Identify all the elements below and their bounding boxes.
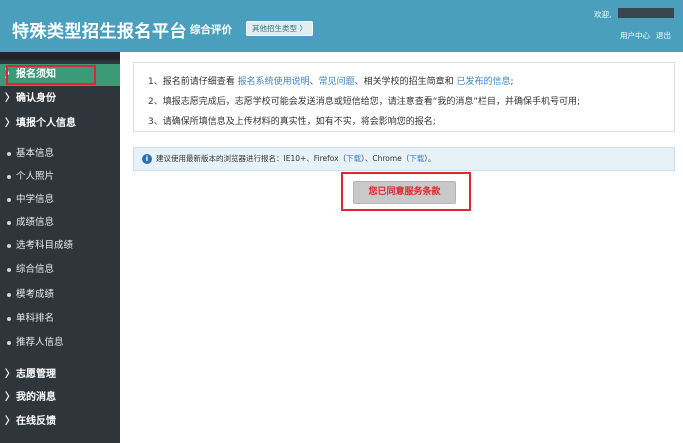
logout-link[interactable]: 退出 (656, 31, 671, 40)
tip-text: 建议使用最新版本的浏览器进行报名：IE10+、Firefox（ (156, 154, 347, 163)
sub-item-comprehensive[interactable]: 综合信息 (0, 259, 120, 281)
bullet-icon (7, 268, 11, 272)
notice-panel: 1、报名前请仔细查看 报名系统使用说明、常见问题、相关学校的招生简章和 已发布的… (133, 62, 675, 132)
nav-item-label: 确认身份 (16, 93, 56, 104)
browser-tip-banner: i 建议使用最新版本的浏览器进行报名：IE10+、Firefox（下载）、Chro… (133, 147, 675, 171)
nav-item-volunteer[interactable]: 〉 志愿管理 (0, 364, 120, 386)
user-links: 用户中心 退出 (620, 30, 677, 41)
user-name-redacted (618, 8, 674, 18)
usage-guide-link[interactable]: 报名系统使用说明 (238, 77, 310, 87)
sub-item-mock-exam[interactable]: 模考成绩 (0, 284, 120, 306)
bullet-icon (7, 175, 11, 179)
site-title: 特殊类型招生报名平台 (12, 22, 187, 42)
notice-text: 、相关学校的招生简章和 (354, 77, 457, 87)
highlight-box-agree (341, 172, 471, 211)
nav-item-personal-info[interactable]: 〉 填报个人信息 (0, 113, 120, 135)
nav-item-label: 志愿管理 (16, 369, 56, 380)
chevron-right-icon: 〉 (5, 369, 15, 380)
chrome-download-link[interactable]: 下载 (409, 154, 424, 163)
chevron-right-icon: 〉 (5, 392, 15, 403)
other-types-button[interactable]: 其他招生类型 〉 (246, 21, 313, 36)
bullet-icon (7, 221, 11, 225)
nav-item-label: 在线反馈 (16, 416, 56, 427)
sub-item-basic-info[interactable]: 基本信息 (0, 143, 120, 165)
sub-item-label: 选考科目成绩 (16, 240, 74, 251)
sub-item-photo[interactable]: 个人照片 (0, 166, 120, 188)
sub-item-label: 推荐人信息 (16, 337, 64, 348)
nav-item-feedback[interactable]: 〉 在线反馈 (0, 411, 120, 433)
bullet-icon (7, 293, 11, 297)
tip-text: ）、Chrome（ (361, 154, 410, 163)
sub-item-label: 中学信息 (16, 194, 55, 205)
sub-item-label: 模考成绩 (16, 289, 55, 300)
firefox-download-link[interactable]: 下载 (346, 154, 361, 163)
bullet-icon (7, 317, 11, 321)
sub-item-label: 综合信息 (16, 264, 55, 275)
user-center-link[interactable]: 用户中心 (620, 31, 650, 40)
sub-item-referee[interactable]: 推荐人信息 (0, 332, 120, 354)
sub-item-elective-grades[interactable]: 选考科目成绩 (0, 235, 120, 257)
bullet-icon (7, 244, 11, 248)
chevron-right-icon: 〉 (5, 93, 15, 104)
highlight-box-nav (6, 65, 96, 85)
bullet-icon (7, 341, 11, 345)
notice-text: ; (510, 77, 514, 87)
chevron-right-icon: 〉 (5, 118, 15, 129)
sidebar-top-strip (0, 52, 120, 60)
notice-line-3: 3、请确保所填信息及上传材料的真实性，如有不实，将会影响您的报名; (148, 117, 436, 127)
sub-item-label: 个人照片 (16, 171, 55, 182)
notice-line-2: 2、填报志愿完成后，志愿学校可能会发送消息或短信给您，请注意查看“我的消息”栏目… (148, 97, 581, 107)
nav-item-label: 我的消息 (16, 392, 56, 403)
published-info-link[interactable]: 已发布的信息 (457, 77, 511, 87)
sub-item-label: 基本信息 (16, 148, 55, 159)
tip-text: ）。 (424, 154, 436, 163)
bullet-icon (7, 152, 11, 156)
chevron-right-icon: 〉 (5, 416, 15, 427)
faq-link[interactable]: 常见问题 (319, 77, 355, 87)
nav-item-confirm-identity[interactable]: 〉 确认身份 (0, 88, 120, 110)
nav-item-messages[interactable]: 〉 我的消息 (0, 387, 120, 409)
sub-item-label: 成绩信息 (16, 217, 55, 228)
notice-text: 1、报名前请仔细查看 (148, 77, 238, 87)
sub-item-subject-rank[interactable]: 单科排名 (0, 308, 120, 330)
info-icon: i (142, 154, 152, 164)
notice-text: 、 (309, 77, 319, 87)
welcome-text: 欢迎, (594, 10, 612, 19)
sub-item-school[interactable]: 中学信息 (0, 189, 120, 211)
nav-item-label: 填报个人信息 (16, 118, 76, 129)
top-header: 特殊类型招生报名平台 综合评价 其他招生类型 〉 欢迎, 用户中心 退出 (0, 0, 683, 52)
bullet-icon (7, 198, 11, 202)
notice-line-1: 1、报名前请仔细查看 报名系统使用说明、常见问题、相关学校的招生简章和 已发布的… (148, 74, 514, 87)
admission-mode-label: 综合评价 (190, 24, 232, 36)
sub-item-grades[interactable]: 成绩信息 (0, 212, 120, 234)
sub-item-label: 单科排名 (16, 313, 55, 324)
